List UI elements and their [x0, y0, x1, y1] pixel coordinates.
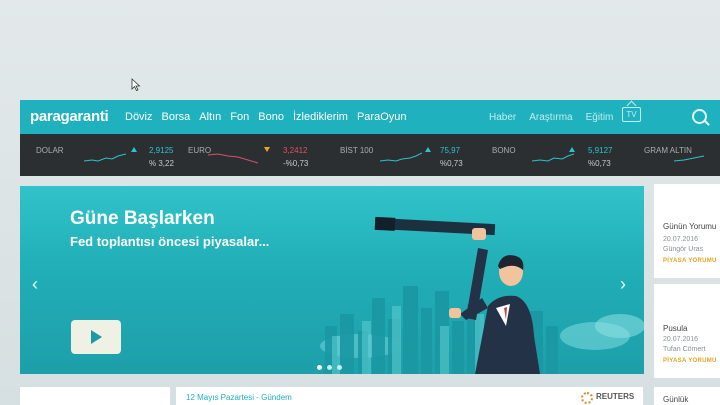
ticker-value: 2,9125 — [149, 146, 174, 155]
nav-item-borsa[interactable]: Borsa — [162, 111, 191, 123]
card-tag: PİYASA YORUMU — [663, 258, 717, 264]
nav-item-paraoyun[interactable]: ParaOyun — [357, 111, 407, 123]
card-title: Günlük — [663, 395, 689, 404]
up-arrow-icon — [425, 147, 431, 152]
side-card-gunun-yorumu[interactable]: Günün Yorumu 20.07.2016 Güngör Uras PİYA… — [654, 184, 720, 278]
ticker-change: %0,73 — [588, 159, 611, 168]
news-title: 12 Mayıs Pazartesi - Gündem — [186, 393, 292, 402]
ticker-item-euro[interactable]: EURO 3,2412 -%0,73 — [188, 134, 338, 176]
sparkline-icon — [380, 152, 422, 162]
nav-item-altin[interactable]: Altın — [199, 111, 221, 123]
top-nav: paragaranti Döviz Borsa Altın Fon Bono İ… — [20, 100, 720, 134]
card-tag: PİYASA YORUMU — [663, 358, 717, 364]
chevron-left-icon[interactable]: ‹ — [32, 274, 38, 295]
ticker-item-gram-altin[interactable]: GRAM ALTIN — [644, 134, 720, 176]
ticker-item-dolar[interactable]: DOLAR 2,9125 % 3,22 — [36, 134, 186, 176]
ticker-value: 5,9127 — [588, 146, 613, 155]
card-title: Pusula — [663, 324, 688, 333]
card-author: Güngör Uras — [663, 246, 704, 253]
ticker-item-bono[interactable]: BONO 5,9127 %0,73 — [492, 134, 642, 176]
nav-item-egitim[interactable]: Eğitim — [586, 112, 614, 123]
card-author: Tufan Cömert — [663, 346, 706, 353]
side-card-gunluk[interactable]: Günlük — [654, 387, 720, 405]
ticker-change: % 3,22 — [149, 159, 174, 168]
play-button[interactable] — [71, 320, 121, 354]
ticker-name: BONO — [492, 146, 516, 155]
carousel-dot[interactable] — [337, 365, 342, 370]
ticker-value: 3,2412 — [283, 146, 308, 155]
hero-subtitle: Fed toplantısı öncesi piyasalar... — [70, 234, 270, 249]
reuters-logo-icon — [581, 392, 593, 404]
nav-item-izlediklerim[interactable]: İzlediklerim — [293, 111, 348, 123]
down-arrow-icon — [264, 147, 270, 152]
sparkline-icon — [532, 153, 574, 162]
nav-item-arastirma[interactable]: Araştırma — [529, 112, 572, 123]
chevron-right-icon[interactable]: › — [620, 274, 626, 295]
sparkline-icon — [84, 153, 126, 162]
secondary-menu: Haber Araştırma Eğitim — [489, 112, 613, 123]
sparkline-icon — [674, 155, 704, 162]
nav-item-bono[interactable]: Bono — [258, 111, 284, 123]
carousel-dots — [317, 365, 342, 370]
nav-item-haber[interactable]: Haber — [489, 112, 516, 123]
nav-item-fon[interactable]: Fon — [230, 111, 249, 123]
up-arrow-icon — [131, 147, 137, 152]
ticker-change: %0,73 — [440, 159, 463, 168]
ticker-name: BİST 100 — [340, 146, 374, 155]
ticker-item-bist100[interactable]: BİST 100 75,97 %0,73 — [340, 134, 490, 176]
hero-banner[interactable]: Güne Başlarken Fed toplantısı öncesi piy… — [20, 186, 644, 374]
mouse-cursor-icon — [131, 78, 141, 91]
paragaranti-logo[interactable]: paragaranti — [30, 108, 109, 125]
tv-icon[interactable]: TV — [622, 107, 641, 122]
search-icon[interactable] — [692, 109, 707, 124]
ticker-name: DOLAR — [36, 146, 64, 155]
app-window: paragaranti Döviz Borsa Altın Fon Bono İ… — [20, 100, 720, 405]
ticker-value: 75,97 — [440, 146, 461, 155]
card-date: 20.07.2016 — [663, 236, 699, 243]
carousel-dot[interactable] — [327, 365, 332, 370]
bottom-card[interactable] — [20, 387, 170, 405]
news-card[interactable]: 12 Mayıs Pazartesi - Gündem REUTERS — [176, 387, 643, 405]
nav-item-doviz[interactable]: Döviz — [125, 111, 153, 123]
market-ticker: DOLAR 2,9125 % 3,22 EURO 3,2412 -%0,73 B… — [20, 134, 720, 176]
news-source: REUTERS — [596, 392, 635, 401]
up-arrow-icon — [569, 147, 575, 152]
main-menu: Döviz Borsa Altın Fon Bono İzlediklerim … — [125, 111, 407, 123]
ticker-change: -%0,73 — [283, 159, 309, 168]
card-title: Günün Yorumu — [663, 222, 717, 231]
side-card-pusula[interactable]: Pusula 20.07.2016 Tufan Cömert PİYASA YO… — [654, 284, 720, 378]
sparkline-icon — [208, 153, 258, 164]
carousel-dot[interactable] — [317, 365, 322, 370]
card-date: 20.07.2016 — [663, 336, 699, 343]
hero-title: Güne Başlarken — [70, 208, 215, 229]
